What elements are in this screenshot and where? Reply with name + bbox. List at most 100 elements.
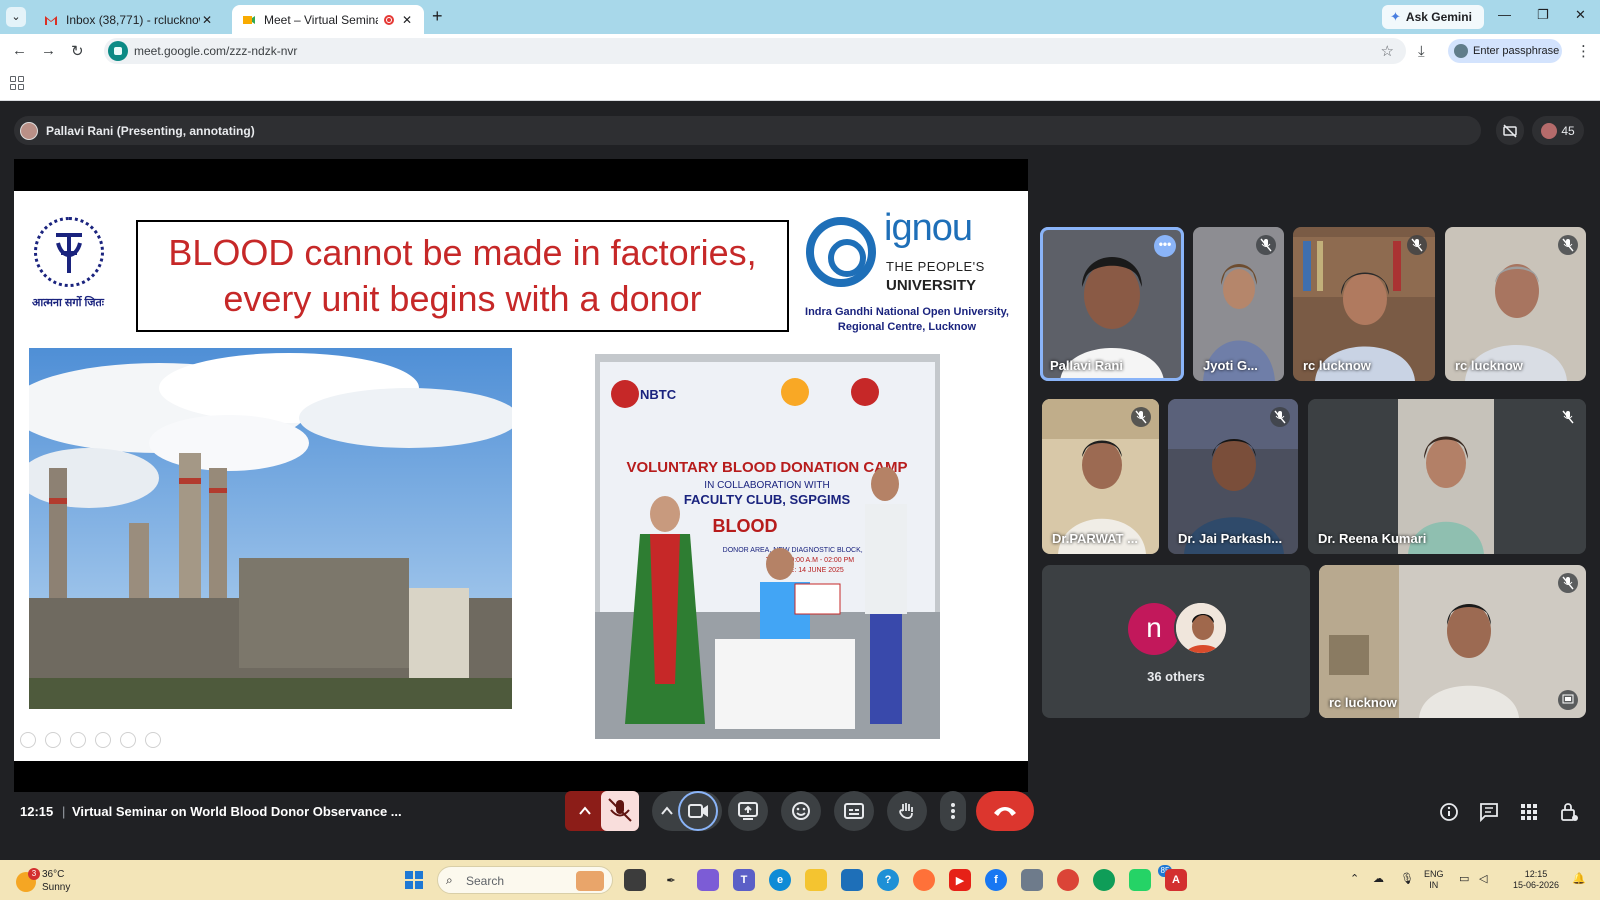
- teams-icon[interactable]: T: [733, 869, 755, 891]
- presenter-label: Pallavi Rani (Presenting, annotating): [46, 123, 255, 138]
- participant-tile[interactable]: Dr.PARWAT ...: [1042, 399, 1159, 554]
- new-tab-button[interactable]: +: [432, 6, 443, 27]
- apps-grid-icon[interactable]: [10, 76, 24, 90]
- participant-tile[interactable]: rc lucknow: [1445, 227, 1586, 381]
- system-clock[interactable]: 12:15 15-06-2026: [1508, 869, 1564, 891]
- url-text: meet.google.com/zzz-ndzk-nvr: [134, 44, 298, 58]
- camp-club: FACULTY CLUB, SGPGIMS: [684, 492, 851, 507]
- chat-icon[interactable]: [1478, 801, 1500, 823]
- youtube-icon[interactable]: ▶: [949, 869, 971, 891]
- browser-menu-icon[interactable]: ⋮: [1576, 42, 1591, 60]
- minimize-icon[interactable]: —: [1498, 7, 1511, 22]
- muted-mic-icon: [1407, 235, 1427, 255]
- onedrive-icon[interactable]: ☁: [1373, 872, 1384, 885]
- present-screen-button[interactable]: [728, 791, 768, 831]
- copy-icon: [95, 732, 111, 748]
- pen-app-icon[interactable]: ✒: [660, 869, 682, 891]
- acrobat-icon[interactable]: A: [1165, 869, 1187, 891]
- tab-title: Inbox (38,771) - rclucknow@ign: [66, 12, 200, 27]
- camera-app-icon[interactable]: [1021, 869, 1043, 891]
- task-view-icon[interactable]: [624, 869, 646, 891]
- restore-icon[interactable]: ❐: [1537, 7, 1549, 23]
- chrome-active-icon[interactable]: [1093, 869, 1115, 891]
- no-video-icon: [1503, 123, 1517, 138]
- meeting-title: Virtual Seminar on World Blood Donor Obs…: [72, 804, 402, 819]
- download-icon[interactable]: ⤓: [1418, 43, 1425, 60]
- camp-event: BLOOD: [713, 516, 778, 536]
- firefox-icon[interactable]: [913, 869, 935, 891]
- headline-line-1: BLOOD cannot be made in factories,: [168, 232, 757, 273]
- tab-meet[interactable]: Meet – Virtual Seminar on W ✕: [232, 5, 424, 34]
- gmail-icon: [44, 13, 58, 27]
- meet-area: Pallavi Rani (Presenting, annotating) 45…: [0, 101, 1600, 860]
- participant-tile[interactable]: rc lucknow: [1293, 227, 1435, 381]
- others-label: 36 others: [1147, 669, 1205, 684]
- others-avatar-photo: [1174, 601, 1228, 655]
- raise-hand-button[interactable]: [887, 791, 927, 831]
- others-avatar: n: [1128, 603, 1180, 655]
- language-indicator[interactable]: ENG IN: [1424, 869, 1444, 891]
- presentation-slide: आत्मना सर्गो जितः BLOOD cannot be made i…: [14, 191, 1028, 761]
- ignou-tagline-2: UNIVERSITY: [886, 277, 977, 294]
- tab-search-button[interactable]: ⌄: [6, 7, 26, 27]
- next-slide-icon: [45, 732, 61, 748]
- hide-self-view-button[interactable]: [1496, 116, 1524, 145]
- leave-call-button[interactable]: [976, 791, 1034, 831]
- windows-start-icon[interactable]: [405, 871, 423, 889]
- participant-tile[interactable]: ••• Pallavi Rani: [1040, 227, 1184, 381]
- camera-control-group[interactable]: [652, 791, 722, 831]
- zoom-icon: [120, 732, 136, 748]
- others-tile[interactable]: n 36 others: [1042, 565, 1310, 718]
- participant-tile[interactable]: rc lucknow: [1319, 565, 1586, 718]
- pen-icon: [70, 732, 86, 748]
- participants-button[interactable]: 45: [1532, 116, 1584, 145]
- presenter-avatar: [20, 121, 38, 140]
- edge-icon[interactable]: e: [769, 869, 791, 891]
- microphone-icon[interactable]: 🎙: [1400, 872, 1414, 885]
- volume-icon[interactable]: ◁: [1479, 872, 1487, 885]
- close-tab-icon[interactable]: ✕: [200, 13, 214, 27]
- show-hidden-icons-icon[interactable]: ⌃: [1350, 872, 1359, 885]
- enter-passphrase-button[interactable]: Enter passphrase: [1448, 39, 1562, 63]
- participant-name: Dr. Reena Kumari: [1318, 531, 1427, 546]
- tile-more-options-icon[interactable]: •••: [1154, 235, 1176, 257]
- recording-icon: [384, 14, 394, 25]
- reactions-button[interactable]: [781, 791, 821, 831]
- help-icon[interactable]: ?: [877, 869, 899, 891]
- participant-tile[interactable]: Jyoti G...: [1193, 227, 1284, 381]
- file-explorer-icon[interactable]: [805, 869, 827, 891]
- facebook-icon[interactable]: f: [985, 869, 1007, 891]
- copilot-icon[interactable]: [697, 869, 719, 891]
- bookmark-star-icon[interactable]: ☆: [1381, 42, 1394, 60]
- captions-button[interactable]: [834, 791, 874, 831]
- store-icon[interactable]: [841, 869, 863, 891]
- reload-icon[interactable]: ↻: [71, 42, 84, 60]
- chrome-icon[interactable]: [1057, 869, 1079, 891]
- weather-widget[interactable]: 3 36°C Sunny: [14, 868, 104, 894]
- back-icon[interactable]: ←: [12, 42, 27, 59]
- meeting-details-icon[interactable]: [1438, 801, 1460, 823]
- site-info-icon[interactable]: [108, 41, 128, 61]
- search-placeholder: Search: [466, 874, 505, 888]
- network-icon[interactable]: ▭: [1459, 872, 1469, 885]
- address-bar[interactable]: meet.google.com/zzz-ndzk-nvr ☆: [104, 38, 1406, 64]
- participant-name: rc lucknow: [1455, 358, 1523, 373]
- slide-annotation-tools[interactable]: [20, 732, 161, 748]
- ignou-logo-icon: [806, 217, 876, 287]
- ask-gemini-button[interactable]: ✦ Ask Gemini: [1382, 5, 1484, 29]
- forward-icon[interactable]: →: [41, 42, 56, 59]
- participant-tile[interactable]: Dr. Reena Kumari: [1308, 399, 1586, 554]
- participant-tile[interactable]: Dr. Jai Parkash...: [1168, 399, 1298, 554]
- close-window-icon[interactable]: ✕: [1575, 7, 1586, 23]
- tab-title: Meet – Virtual Seminar on W: [264, 12, 378, 27]
- host-controls-icon[interactable]: [1558, 801, 1580, 823]
- activities-icon[interactable]: [1518, 801, 1540, 823]
- more-options-button[interactable]: [940, 791, 966, 831]
- whatsapp-icon[interactable]: [1129, 869, 1151, 891]
- close-tab-icon[interactable]: ✕: [400, 13, 414, 27]
- tab-gmail[interactable]: Inbox (38,771) - rclucknow@ign ✕: [34, 5, 224, 34]
- mic-control-group[interactable]: [565, 791, 639, 831]
- bookmarks-bar: [0, 68, 1600, 101]
- notification-bell-icon[interactable]: 🔔: [1572, 872, 1586, 885]
- taskbar-search[interactable]: ⌕ Search: [437, 866, 613, 894]
